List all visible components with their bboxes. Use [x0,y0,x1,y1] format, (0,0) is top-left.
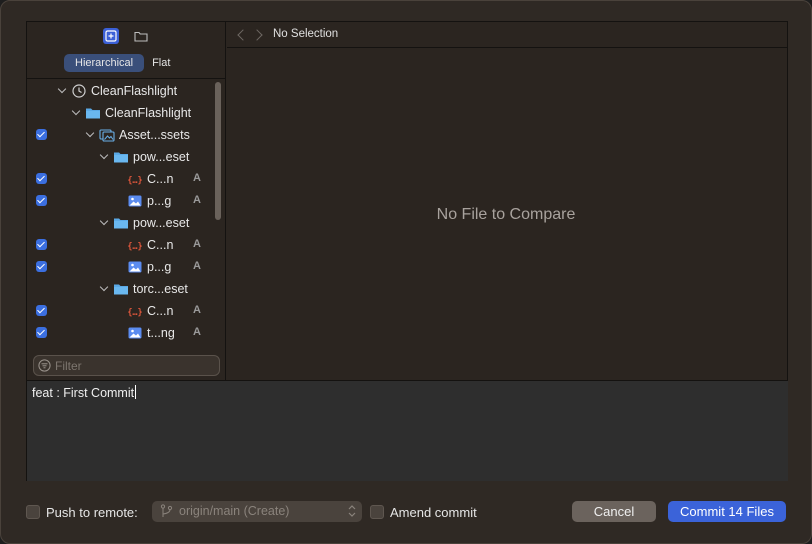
tree-row[interactable]: {…} C...n A [27,300,226,322]
commit-message-value: feat : First Commit [32,386,135,400]
forward-chevron-icon[interactable] [253,29,265,41]
clock-icon [71,83,87,99]
image-icon [127,325,143,341]
status-badge: A [193,172,201,184]
filter-icon [38,359,51,372]
segment-flat[interactable]: Flat [144,54,178,72]
tree-row-label: p...g [147,260,172,274]
navigator-mode-bar [27,22,226,50]
include-checkbox[interactable] [36,129,47,140]
changes-navigator: Hierarchical Flat CleanFlashlight CleanFl… [27,22,226,380]
tree-row[interactable]: CleanFlashlight [27,102,226,124]
commit-message-field[interactable]: feat : First Commit [27,380,788,481]
tree-row[interactable]: p...g A [27,190,226,212]
tree-scrollbar[interactable] [215,82,221,220]
tree-row[interactable]: CleanFlashlight [27,80,226,102]
branch-value: origin/main (Create) [179,504,290,518]
disclosure-chevron-icon[interactable] [57,85,67,95]
include-checkbox[interactable] [36,327,47,338]
tree-row[interactable]: pow...eset [27,146,226,168]
folder-icon [113,149,129,165]
amend-commit-label: Amend commit [390,505,477,520]
disclosure-chevron-icon[interactable] [99,217,109,227]
status-badge: A [193,260,201,272]
tree-row[interactable]: Asset...ssets [27,124,226,146]
branch-icon [160,504,173,517]
status-badge: A [193,238,201,250]
action-bar: Push to remote: origin/main (Create) Ame… [1,497,811,527]
json-icon: {…} [127,237,143,253]
commit-message-text: feat : First Commit [32,385,137,400]
tree-row-label: pow...eset [133,150,190,164]
updown-chevron-icon [348,505,356,517]
tree-row-label: torc...eset [133,348,188,349]
tree-row[interactable]: pow...eset [27,212,226,234]
push-to-remote-label: Push to remote: [46,505,138,520]
tree-row[interactable]: {…} C...n A [27,234,226,256]
push-to-remote-checkbox[interactable] [26,505,40,519]
tree-row-label: torc...eset [133,282,188,296]
file-tree: CleanFlashlight CleanFlashlight Asset...ss… [27,79,226,349]
svg-text:{…}: {…} [127,176,142,186]
comparison-pane: No Selection No File to Compare [227,22,788,380]
folder-icon [113,215,129,231]
asset-catalog-icon [99,127,115,143]
commit-button[interactable]: Commit 14 Files [668,501,786,522]
status-badge: A [193,326,201,338]
disclosure-chevron-icon[interactable] [71,107,81,117]
disclosure-chevron-icon[interactable] [85,129,95,139]
folder-icon [113,347,129,349]
tree-row-label: C...n [147,172,174,186]
status-badge: A [193,304,201,316]
tree-row-label: pow...eset [133,216,190,230]
tree-row-label: Asset...ssets [119,128,190,142]
image-icon [127,193,143,209]
folder-icon[interactable] [133,28,149,44]
jump-bar: No Selection [227,22,788,48]
folder-icon [85,105,101,121]
content-frame: Hierarchical Flat CleanFlashlight CleanFl… [26,21,788,481]
disclosure-chevron-icon[interactable] [99,151,109,161]
disclosure-chevron-icon[interactable] [99,283,109,293]
include-checkbox[interactable] [36,261,47,272]
tree-row[interactable]: t...ng A [27,322,226,344]
changes-icon[interactable] [103,28,119,44]
tree-row[interactable]: p...g A [27,256,226,278]
include-checkbox[interactable] [36,173,47,184]
filter-placeholder: Filter [55,359,82,373]
status-badge: A [193,194,201,206]
remote-branch-popup[interactable]: origin/main (Create) [152,501,362,522]
include-checkbox[interactable] [36,305,47,316]
tree-row-label: C...n [147,304,174,318]
filter-input[interactable]: Filter [33,355,220,376]
include-checkbox[interactable] [36,239,47,250]
view-mode-segmented-control: Hierarchical Flat [64,54,178,72]
segment-hierarchical[interactable]: Hierarchical [64,54,145,72]
svg-text:{…}: {…} [127,308,142,318]
folder-icon [113,281,129,297]
empty-state-message: No File to Compare [436,206,576,223]
tree-row-label: p...g [147,194,172,208]
amend-commit-checkbox[interactable] [370,505,384,519]
tree-row[interactable]: torc...eset [27,344,226,349]
tree-row-label: t...ng [147,326,175,340]
tree-row-label: CleanFlashlight [105,106,192,120]
include-checkbox[interactable] [36,195,47,206]
selection-title: No Selection [273,28,339,40]
tree-row[interactable]: {…} C...n A [27,168,226,190]
tree-row[interactable]: torc...eset [27,278,226,300]
svg-text:{…}: {…} [127,242,142,252]
commit-sheet: Hierarchical Flat CleanFlashlight CleanFl… [0,0,812,544]
text-caret [135,385,137,399]
tree-row-label: C...n [147,238,174,252]
json-icon: {…} [127,303,143,319]
tree-row-label: CleanFlashlight [91,84,178,98]
cancel-button[interactable]: Cancel [572,501,656,522]
image-icon [127,259,143,275]
back-chevron-icon[interactable] [235,29,247,41]
json-icon: {…} [127,171,143,187]
